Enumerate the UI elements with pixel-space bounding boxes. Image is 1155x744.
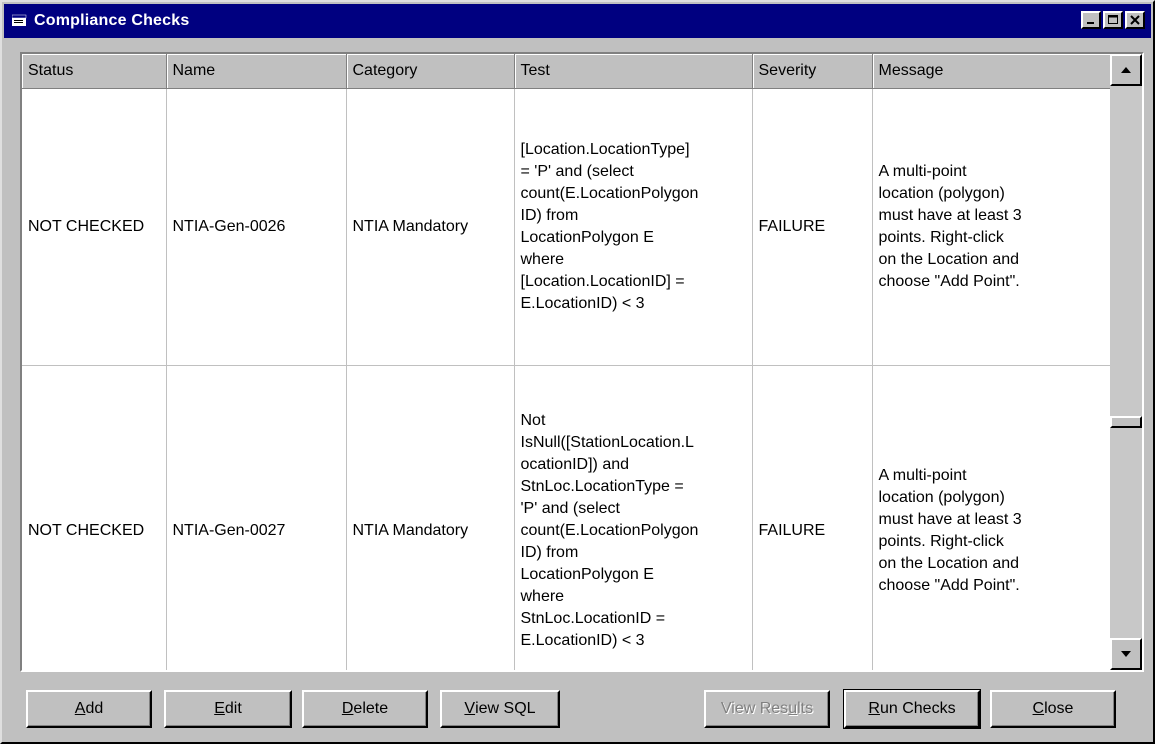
arrow-up-icon — [1121, 67, 1131, 73]
message-line: on the Location and — [878, 554, 1020, 572]
column-header-status[interactable]: Status — [22, 54, 167, 89]
test-line: Not — [520, 411, 546, 429]
cell-test: [Location.LocationType] = 'P' and (selec… — [514, 88, 753, 366]
cell-name: NTIA-Gen-0026 — [166, 88, 347, 366]
test-line: 'P' and (select — [520, 499, 621, 517]
table-row[interactable]: NOT CHECKED NTIA-Gen-0027 NTIA Mandatory… — [22, 365, 1110, 670]
minimize-button[interactable] — [1081, 11, 1101, 29]
test-line: ID) from — [520, 206, 579, 224]
test-line: where — [520, 587, 565, 605]
close-window-button[interactable] — [1125, 11, 1145, 29]
add-button[interactable]: Add — [26, 690, 152, 728]
cell-category: NTIA Mandatory — [346, 88, 515, 366]
test-line: StnLoc.LocationType = — [520, 477, 684, 495]
message-line: location (polygon) — [878, 488, 1005, 506]
column-header-severity[interactable]: Severity — [752, 54, 873, 89]
message-line: points. Right-click — [878, 532, 1004, 550]
maximize-button[interactable] — [1103, 11, 1123, 29]
cell-status: NOT CHECKED — [22, 365, 167, 670]
app-icon — [12, 14, 28, 28]
message-line: A multi-point — [878, 162, 967, 180]
header-row: Status Name Category Test Severity Messa… — [22, 54, 1110, 89]
cell-category: NTIA Mandatory — [346, 365, 515, 670]
table-row[interactable]: NOT CHECKED NTIA-Gen-0026 NTIA Mandatory… — [22, 88, 1110, 366]
compliance-grid[interactable]: Status Name Category Test Severity Messa… — [20, 52, 1144, 672]
cell-message: A multi-point location (polygon) must ha… — [872, 365, 1110, 670]
test-line: count(E.LocationPolygon — [520, 521, 699, 539]
checks-table: Status Name Category Test Severity Messa… — [22, 54, 1110, 670]
test-line: [Location.LocationID] = — [520, 272, 685, 290]
scrollbar-thumb[interactable] — [1110, 416, 1142, 428]
scroll-down-button[interactable] — [1110, 638, 1142, 670]
close-button[interactable]: Close — [990, 690, 1116, 728]
scroll-up-button[interactable] — [1110, 54, 1142, 86]
window-controls — [1079, 11, 1145, 29]
minimize-icon — [1087, 22, 1094, 24]
close-icon — [1130, 15, 1140, 25]
message-line: points. Right-click — [878, 228, 1004, 246]
column-header-category[interactable]: Category — [346, 54, 515, 89]
message-line: must have at least 3 — [878, 510, 1022, 528]
edit-button[interactable]: Edit — [164, 690, 292, 728]
test-line: LocationPolygon E — [520, 228, 654, 246]
arrow-down-icon — [1121, 651, 1131, 657]
cell-severity: FAILURE — [752, 365, 873, 670]
message-line: choose "Add Point". — [878, 272, 1020, 290]
maximize-icon — [1108, 15, 1118, 24]
test-line: where — [520, 250, 565, 268]
test-line: ocationID]) and — [520, 455, 630, 473]
title-bar[interactable]: Compliance Checks — [4, 4, 1151, 38]
column-header-name[interactable]: Name — [166, 54, 347, 89]
vertical-scrollbar[interactable] — [1110, 54, 1142, 670]
window-title: Compliance Checks — [34, 12, 190, 29]
test-line: IsNull([StationLocation.L — [520, 433, 694, 451]
cell-name: NTIA-Gen-0027 — [166, 365, 347, 670]
message-line: on the Location and — [878, 250, 1020, 268]
compliance-checks-window: Compliance Checks Status Name Category T… — [0, 0, 1155, 744]
view-sql-button[interactable]: View SQL — [440, 690, 560, 728]
message-line: A multi-point — [878, 466, 967, 484]
view-results-button[interactable]: View Res u lts — [704, 690, 830, 728]
message-line: choose "Add Point". — [878, 576, 1020, 594]
test-line: E.LocationID) < 3 — [520, 631, 645, 649]
run-checks-button[interactable]: Run Checks — [843, 689, 981, 729]
test-line: LocationPolygon E — [520, 565, 654, 583]
test-line: E.LocationID) < 3 — [520, 294, 645, 312]
test-line: [Location.LocationType] — [520, 140, 690, 158]
message-line: must have at least 3 — [878, 206, 1022, 224]
cell-message: A multi-point location (polygon) must ha… — [872, 88, 1110, 366]
cell-test: Not IsNull([StationLocation.L ocationID]… — [514, 365, 753, 670]
test-line: StnLoc.LocationID = — [520, 609, 666, 627]
test-line: count(E.LocationPolygon — [520, 184, 699, 202]
test-line: ID) from — [520, 543, 579, 561]
cell-severity: FAILURE — [752, 88, 873, 366]
delete-button[interactable]: Delete — [302, 690, 428, 728]
column-header-test[interactable]: Test — [514, 54, 753, 89]
message-line: location (polygon) — [878, 184, 1005, 202]
cell-status: NOT CHECKED — [22, 88, 167, 366]
column-header-message[interactable]: Message — [872, 54, 1110, 89]
test-line: = 'P' and (select — [520, 162, 634, 180]
